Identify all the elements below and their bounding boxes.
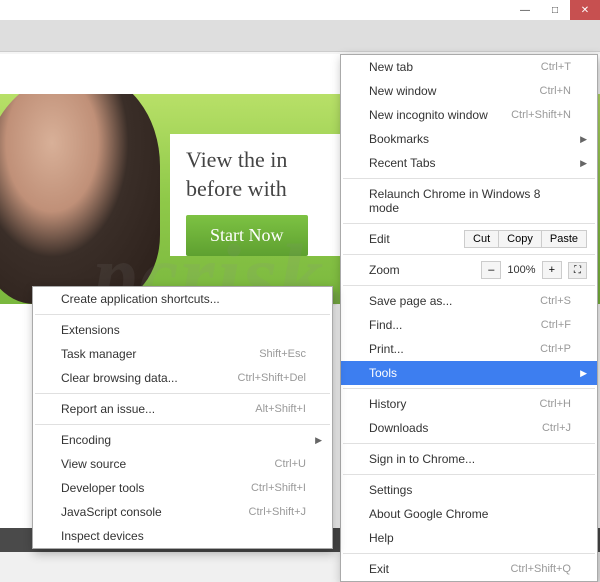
menu-downloads[interactable]: DownloadsCtrl+J (341, 416, 597, 440)
main-menu: New tabCtrl+T New windowCtrl+N New incog… (340, 54, 598, 582)
submenu-clear-data[interactable]: Clear browsing data...Ctrl+Shift+Del (33, 366, 332, 390)
close-button[interactable]: ✕ (570, 0, 600, 20)
menu-edit-label: Edit (369, 232, 390, 246)
menu-bookmarks[interactable]: Bookmarks▶ (341, 127, 597, 151)
menu-separator (343, 553, 595, 554)
menu-signin[interactable]: Sign in to Chrome... (341, 447, 597, 471)
menu-tools[interactable]: Tools▶ (341, 361, 597, 385)
menu-separator (343, 223, 595, 224)
menu-separator (343, 388, 595, 389)
menu-find[interactable]: Find...Ctrl+F (341, 313, 597, 337)
person-image (0, 94, 160, 304)
menu-zoom-row: Zoom – 100% + ⛶ (341, 258, 597, 282)
menu-new-incognito[interactable]: New incognito windowCtrl+Shift+N (341, 103, 597, 127)
menu-save-as[interactable]: Save page as...Ctrl+S (341, 289, 597, 313)
menu-separator (343, 474, 595, 475)
submenu-inspect-devices[interactable]: Inspect devices (33, 524, 332, 548)
chevron-right-icon: ▶ (580, 158, 587, 169)
menu-history[interactable]: HistoryCtrl+H (341, 392, 597, 416)
menu-separator (343, 443, 595, 444)
submenu-encoding[interactable]: Encoding▶ (33, 428, 332, 452)
zoom-value: 100% (501, 264, 541, 276)
menu-separator (35, 424, 330, 425)
menu-separator (343, 178, 595, 179)
tab-bar (0, 20, 600, 52)
zoom-in-button[interactable]: + (542, 261, 562, 279)
menu-relaunch[interactable]: Relaunch Chrome in Windows 8 mode (341, 182, 597, 220)
paste-button[interactable]: Paste (542, 230, 587, 248)
menu-exit[interactable]: ExitCtrl+Shift+Q (341, 557, 597, 581)
submenu-create-shortcuts[interactable]: Create application shortcuts... (33, 287, 332, 311)
menu-separator (343, 285, 595, 286)
copy-button[interactable]: Copy (499, 230, 542, 248)
start-now-button[interactable]: Start Now (186, 215, 308, 256)
menu-separator (343, 254, 595, 255)
menu-about[interactable]: About Google Chrome (341, 502, 597, 526)
menu-separator (35, 314, 330, 315)
menu-new-tab[interactable]: New tabCtrl+T (341, 55, 597, 79)
minimize-button[interactable]: — (510, 0, 540, 20)
menu-settings[interactable]: Settings (341, 478, 597, 502)
maximize-button[interactable]: □ (540, 0, 570, 20)
menu-separator (35, 393, 330, 394)
menu-edit-row: Edit Cut Copy Paste (341, 227, 597, 251)
submenu-report-issue[interactable]: Report an issue...Alt+Shift+I (33, 397, 332, 421)
fullscreen-button[interactable]: ⛶ (568, 262, 587, 279)
submenu-js-console[interactable]: JavaScript consoleCtrl+Shift+J (33, 500, 332, 524)
submenu-dev-tools[interactable]: Developer toolsCtrl+Shift+I (33, 476, 332, 500)
chevron-right-icon: ▶ (580, 368, 587, 379)
chevron-right-icon: ▶ (315, 435, 322, 446)
menu-print[interactable]: Print...Ctrl+P (341, 337, 597, 361)
menu-zoom-label: Zoom (369, 263, 400, 277)
menu-help[interactable]: Help (341, 526, 597, 550)
submenu-task-manager[interactable]: Task managerShift+Esc (33, 342, 332, 366)
submenu-view-source[interactable]: View sourceCtrl+U (33, 452, 332, 476)
tools-submenu: Create application shortcuts... Extensio… (32, 286, 333, 549)
chevron-right-icon: ▶ (580, 134, 587, 145)
menu-recent-tabs[interactable]: Recent Tabs▶ (341, 151, 597, 175)
zoom-out-button[interactable]: – (481, 261, 501, 279)
cut-button[interactable]: Cut (464, 230, 499, 248)
menu-new-window[interactable]: New windowCtrl+N (341, 79, 597, 103)
submenu-extensions[interactable]: Extensions (33, 318, 332, 342)
